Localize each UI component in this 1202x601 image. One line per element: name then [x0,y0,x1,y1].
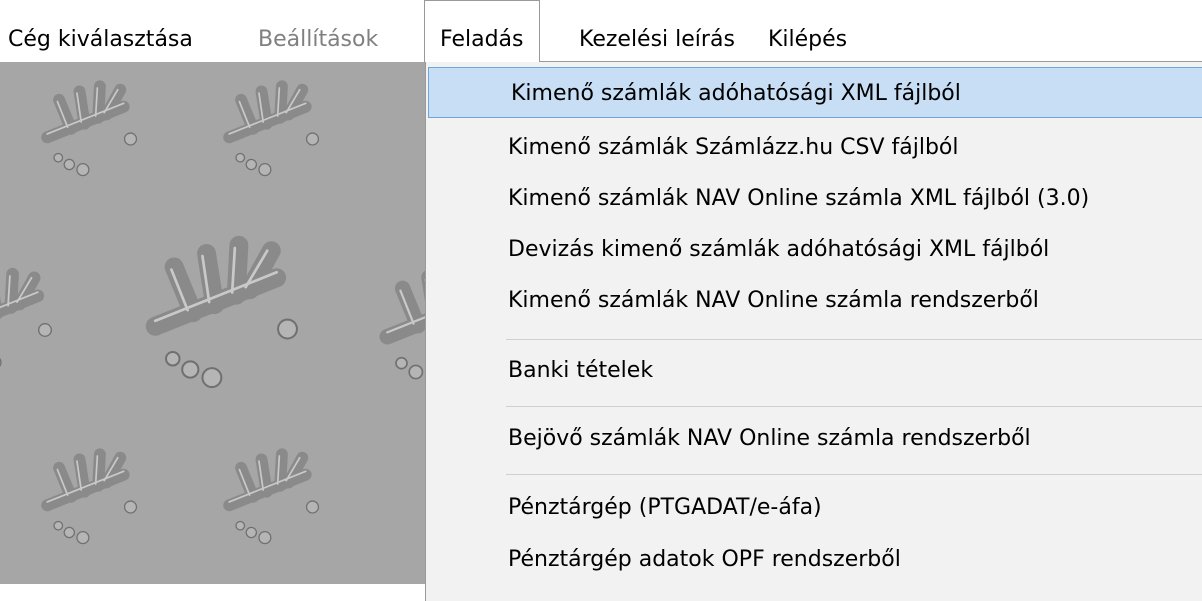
feladas-dropdown: Kimenő számlák adóhatósági XML fájlból K… [425,61,1202,601]
menu-item-kimeno-xml[interactable]: Kimenő számlák adóhatósági XML fájlból [428,67,1202,118]
logo-icon [155,245,297,387]
menu-item-kimeno-nav-xml[interactable]: Kimenő számlák NAV Online számla XML fáj… [426,173,1202,224]
workspace-background [0,62,425,584]
logo-icon [229,86,318,175]
menu-bar: Cég kiválasztása Beállítások Feladás Kez… [0,0,1202,62]
logo-icon [47,86,136,175]
menu-item-penztargep-ptgadat[interactable]: Pénztárgép (PTGADAT/e-áfa) [426,482,1202,533]
menu-item-kimeno-nav-rendszer[interactable]: Kimenő számlák NAV Online számla rendsze… [426,275,1202,326]
menu-separator [506,339,1202,340]
logo-icon [0,274,51,369]
menu-separator [506,474,1202,475]
logo-icon [229,454,318,543]
logo-icon [47,454,136,543]
menu-kezelesi-leiras[interactable]: Kezelési leírás [579,0,735,62]
menu-item-kimeno-szamlazz-csv[interactable]: Kimenő számlák Számlázz.hu CSV fájlból [426,122,1202,173]
menu-item-devizas-kimeno-xml[interactable]: Devizás kimenő számlák adóhatósági XML f… [426,224,1202,275]
menu-item-banki-tetelek[interactable]: Banki tételek [426,345,1202,396]
logo-icon [387,271,425,387]
menu-ceg-kivalasztasa[interactable]: Cég kiválasztása [8,0,193,62]
menu-item-bejovo-nav-rendszer[interactable]: Bejövő számlák NAV Online számla rendsze… [426,413,1202,464]
menu-separator [506,406,1202,407]
menu-feladas[interactable]: Feladás [424,0,540,62]
menu-item-penztargep-opf[interactable]: Pénztárgép adatok OPF rendszerből [426,534,1202,585]
menu-kilepes[interactable]: Kilépés [768,0,847,62]
logo-pattern [0,62,425,584]
menu-beallitasok[interactable]: Beállítások [258,0,378,62]
